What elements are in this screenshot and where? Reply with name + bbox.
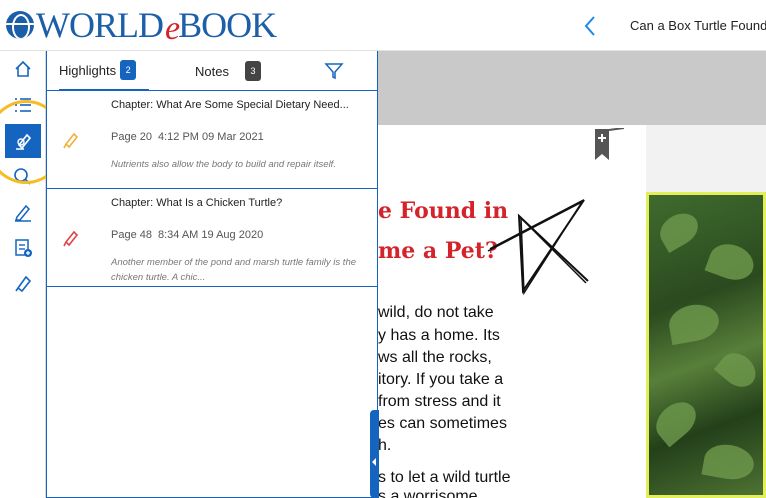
logo-word-world: WORLD bbox=[36, 5, 164, 45]
highlight-pen-icon bbox=[63, 132, 79, 149]
top-bar: WORLD e BOOK Can a Box Turtle Found bbox=[0, 0, 766, 51]
page-heading-line-2: me a Pet? bbox=[378, 238, 498, 264]
highlight-pen-icon bbox=[63, 230, 79, 247]
logo-word-book: BOOK bbox=[178, 5, 277, 45]
panel-collapse-handle[interactable] bbox=[370, 410, 379, 498]
highlight-page: Page 20 bbox=[111, 131, 152, 143]
book-title: Can a Box Turtle Found bbox=[630, 18, 766, 33]
home-button[interactable] bbox=[5, 53, 41, 85]
highlight-page: Page 48 bbox=[111, 229, 152, 241]
highlights-panel: Highlights 2 Notes 3 Chapter: What Are S… bbox=[46, 51, 378, 498]
ebook-reader: WORLD e BOOK Can a Box Turtle Found e Fo… bbox=[0, 0, 766, 498]
page-text-line: s a worrisome bbox=[378, 488, 478, 498]
page-text-line: wild, do not take bbox=[378, 304, 494, 321]
page-text-line: from stress and it bbox=[378, 393, 501, 410]
highlight-meta: Page 20 4:12 PM 09 Mar 2021 bbox=[111, 131, 264, 143]
page-text-line: itory. If you take a bbox=[378, 371, 504, 388]
turtle-habitat-photo bbox=[646, 192, 766, 498]
page-text-line: y has a home. Its bbox=[378, 327, 500, 344]
tab-notes[interactable]: Notes 3 bbox=[195, 51, 267, 91]
table-of-contents-button[interactable] bbox=[5, 89, 41, 121]
star-doodle bbox=[487, 199, 589, 296]
panel-tabs: Highlights 2 Notes 3 bbox=[47, 51, 377, 91]
page-top-margin bbox=[378, 51, 766, 125]
marker-button[interactable] bbox=[5, 267, 41, 299]
tab-notes-label: Notes bbox=[195, 63, 229, 79]
highlight-meta: Page 48 8:34 AM 19 Aug 2020 bbox=[111, 229, 263, 241]
search-icon bbox=[14, 168, 31, 185]
notes-count-badge: 3 bbox=[244, 61, 261, 81]
page-text-line: es can sometimes bbox=[378, 415, 507, 432]
filter-icon[interactable] bbox=[324, 61, 344, 81]
add-note-icon bbox=[15, 239, 32, 257]
tab-highlights-label: Highlights bbox=[59, 62, 117, 78]
home-icon bbox=[15, 60, 31, 77]
pen-icon bbox=[14, 204, 31, 222]
page-text-line: s to let a wild turtle bbox=[378, 469, 511, 486]
left-toolbar bbox=[0, 51, 46, 498]
add-bookmark-icon[interactable] bbox=[594, 128, 628, 162]
globe-icon bbox=[6, 11, 34, 39]
logo-letter-e: e bbox=[164, 10, 181, 47]
list-icon bbox=[15, 98, 31, 112]
highlight-chapter: Chapter: What Is a Chicken Turtle? bbox=[111, 197, 283, 209]
highlights-button[interactable] bbox=[5, 124, 41, 158]
highlights-count-badge: 2 bbox=[120, 60, 137, 80]
page-text-line: h. bbox=[378, 437, 392, 454]
highlight-item[interactable]: Chapter: What Is a Chicken Turtle? Page … bbox=[47, 189, 377, 287]
chevron-left-icon[interactable] bbox=[581, 14, 601, 38]
highlight-excerpt: Nutrients also allow the body to build a… bbox=[111, 159, 336, 170]
highlight-chapter: Chapter: What Are Some Special Dietary N… bbox=[111, 99, 349, 111]
highlight-timestamp: 8:34 AM 19 Aug 2020 bbox=[157, 229, 264, 241]
worldbook-logo: WORLD e BOOK bbox=[6, 5, 277, 47]
tab-highlights[interactable]: Highlights 2 bbox=[59, 51, 149, 91]
highlight-item[interactable]: Chapter: What Are Some Special Dietary N… bbox=[47, 91, 377, 189]
highlighter-icon bbox=[16, 133, 32, 150]
annotate-button[interactable] bbox=[5, 196, 41, 228]
marker-icon bbox=[15, 275, 32, 293]
highlight-excerpt: Another member of the pond and marsh tur… bbox=[111, 257, 357, 283]
add-note-button[interactable] bbox=[5, 232, 41, 264]
search-button[interactable] bbox=[5, 161, 41, 193]
highlight-timestamp: 4:12 PM 09 Mar 2021 bbox=[157, 131, 264, 143]
page-text-line: ws all the rocks, bbox=[378, 349, 492, 366]
